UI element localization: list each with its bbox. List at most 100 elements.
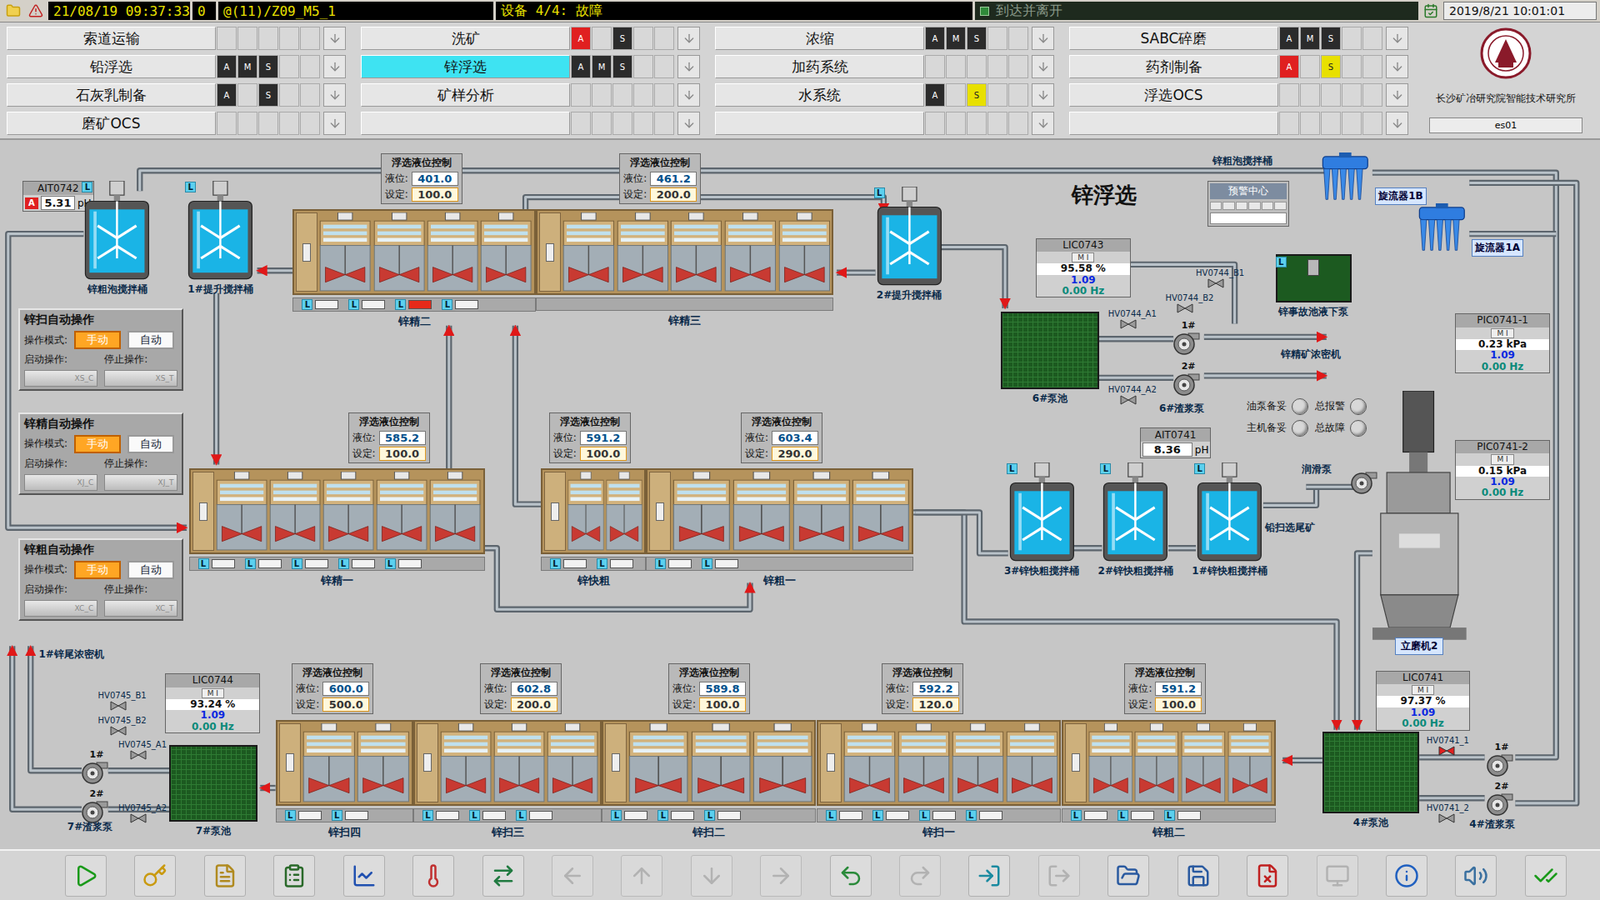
link-badge[interactable]: L — [395, 299, 406, 310]
valve[interactable]: HV0744_B1 — [1195, 268, 1245, 289]
stop-button[interactable]: XC_T — [104, 600, 178, 617]
level-control[interactable]: 浮选液位控制液位:585.2设定:100.0 — [348, 412, 430, 464]
cell-status[interactable]: L — [701, 558, 739, 570]
cell-status[interactable]: L — [395, 299, 432, 310]
menu-item[interactable]: 索道运输 — [6, 26, 346, 50]
toolbar-button[interactable] — [204, 855, 246, 897]
arrow-down-icon[interactable] — [677, 83, 700, 107]
toolbar-button[interactable] — [1316, 855, 1359, 897]
level-control[interactable]: 浮选液位控制液位:461.2设定:200.0 — [619, 153, 701, 205]
mode-button[interactable]: 手动 — [74, 560, 121, 580]
setpoint-input[interactable]: 100.0 — [580, 446, 627, 461]
arrow-down-icon[interactable] — [323, 83, 346, 107]
cell-status[interactable]: L — [285, 810, 322, 821]
toolbar-button[interactable] — [1525, 855, 1567, 897]
mode-button[interactable]: 手动 — [74, 330, 121, 350]
toolbar-button[interactable] — [412, 855, 455, 897]
menu-item[interactable]: 浓缩AMS — [715, 26, 1055, 50]
menu-item[interactable]: 洗矿AS — [360, 26, 700, 50]
menu-label[interactable]: 浮选OCS — [1069, 83, 1279, 107]
menu-item[interactable] — [360, 111, 700, 135]
arrow-down-icon[interactable] — [1031, 83, 1055, 107]
agitator-tank[interactable]: L1#提升搅拌桶 — [186, 180, 255, 297]
cell-status[interactable]: L — [1117, 810, 1155, 821]
cell-status[interactable]: L — [331, 810, 369, 821]
toolbar-button[interactable] — [1246, 855, 1289, 897]
link-badge[interactable]: L — [825, 810, 837, 821]
setpoint-input[interactable]: 200.0 — [650, 187, 697, 202]
cell-status[interactable]: L — [245, 558, 282, 570]
menu-label[interactable] — [715, 111, 925, 135]
link-badge[interactable]: L — [872, 810, 884, 821]
menu-item[interactable] — [715, 111, 1055, 135]
cell-status[interactable]: L — [550, 558, 587, 570]
slurry-pump[interactable]: 2# — [1485, 780, 1514, 817]
link-badge[interactable]: L — [285, 810, 296, 821]
setpoint-input[interactable]: 200.0 — [510, 697, 558, 712]
menu-item[interactable]: 磨矿OCS — [6, 111, 346, 135]
toolbar-button[interactable] — [620, 855, 663, 897]
level-control[interactable]: 浮选液位控制液位:602.8设定:200.0 — [480, 663, 562, 715]
valve[interactable]: HV0745_A1 — [118, 740, 167, 760]
valve[interactable]: HV0741_1 — [1426, 735, 1470, 756]
flotation-bank[interactable]: LLLL锌精二 — [292, 209, 535, 330]
pump-pit[interactable]: 7#泵池 — [169, 745, 257, 839]
link-badge[interactable]: L — [1275, 256, 1287, 268]
link-badge[interactable]: L — [1117, 810, 1129, 821]
menu-label[interactable]: 加药系统 — [715, 55, 925, 79]
controller-faceplate[interactable]: LIC0743M I95.58%1.090.00Hz — [1035, 238, 1131, 299]
menu-label[interactable]: 浓缩 — [715, 26, 925, 50]
link-badge[interactable]: L — [655, 558, 666, 570]
menu-item[interactable]: 铅浮选AMS — [6, 55, 346, 79]
valve-icon[interactable] — [110, 725, 127, 736]
start-button[interactable]: XS_C — [24, 370, 98, 387]
link-badge[interactable]: L — [469, 810, 480, 821]
menu-label[interactable] — [1069, 111, 1279, 135]
arrow-down-icon[interactable] — [1031, 55, 1055, 79]
pump-pit[interactable]: 6#泵池 — [1000, 311, 1100, 406]
link-badge[interactable]: L — [919, 810, 930, 821]
toolbar-button[interactable] — [1038, 855, 1080, 897]
toolbar-button[interactable] — [273, 855, 315, 897]
pump-pit[interactable]: 4#泵池 — [1322, 731, 1420, 830]
menu-item[interactable]: 加药系统 — [715, 55, 1055, 79]
menu-item[interactable]: 浮选OCS — [1069, 83, 1409, 107]
link-badge[interactable]: L — [515, 810, 527, 821]
slurry-pump[interactable]: 1# — [1171, 320, 1200, 356]
toolbar-button[interactable] — [134, 855, 176, 897]
link-badge[interactable]: L — [1006, 463, 1018, 475]
menu-label[interactable]: SABC碎磨 — [1069, 26, 1279, 50]
valve-icon[interactable] — [1207, 278, 1225, 289]
cell-status[interactable]: L — [825, 810, 863, 821]
link-badge[interactable]: L — [81, 181, 93, 193]
arrow-down-icon[interactable] — [677, 26, 700, 50]
lube-pump[interactable] — [1349, 470, 1378, 495]
folder-icon[interactable] — [3, 1, 24, 20]
controller-faceplate[interactable]: PIC0741-1M I0.23kPa1.090.00Hz — [1455, 313, 1550, 374]
valve[interactable]: HV0744_A1 — [1108, 309, 1157, 330]
mode-button[interactable]: 自动 — [127, 330, 175, 350]
setpoint-input[interactable]: 100.0 — [379, 446, 426, 461]
toolbar-button[interactable] — [551, 855, 594, 897]
level-control[interactable]: 浮选液位控制液位:591.2设定:100.0 — [549, 412, 631, 464]
arrow-down-icon[interactable] — [1031, 111, 1055, 135]
stop-button[interactable]: XS_T — [104, 370, 178, 387]
cell-status[interactable]: L — [422, 810, 460, 821]
link-badge[interactable]: L — [704, 810, 715, 821]
arrow-down-icon[interactable] — [1385, 26, 1409, 50]
controller-mode[interactable]: M I — [1071, 252, 1095, 263]
controller-faceplate[interactable]: LIC0744M I93.24%1.090.00Hz — [165, 673, 260, 734]
link-badge[interactable]: L — [1100, 463, 1111, 475]
valve-icon[interactable] — [110, 700, 127, 711]
menu-label[interactable]: 矿样分析 — [360, 83, 570, 107]
cell-status[interactable]: L — [1164, 810, 1201, 821]
flotation-bank[interactable]: LLL锌扫三 — [413, 720, 603, 840]
level-control[interactable]: 浮选液位控制液位:592.2设定:120.0 — [881, 663, 964, 715]
cell-status[interactable]: L — [919, 810, 956, 821]
link-badge[interactable]: L — [610, 810, 622, 821]
toolbar-button[interactable] — [830, 855, 872, 897]
link-badge[interactable]: L — [348, 299, 360, 310]
cell-status[interactable]: L — [441, 299, 479, 310]
valve-icon[interactable] — [1176, 303, 1194, 314]
setpoint-input[interactable]: 100.0 — [699, 697, 746, 712]
